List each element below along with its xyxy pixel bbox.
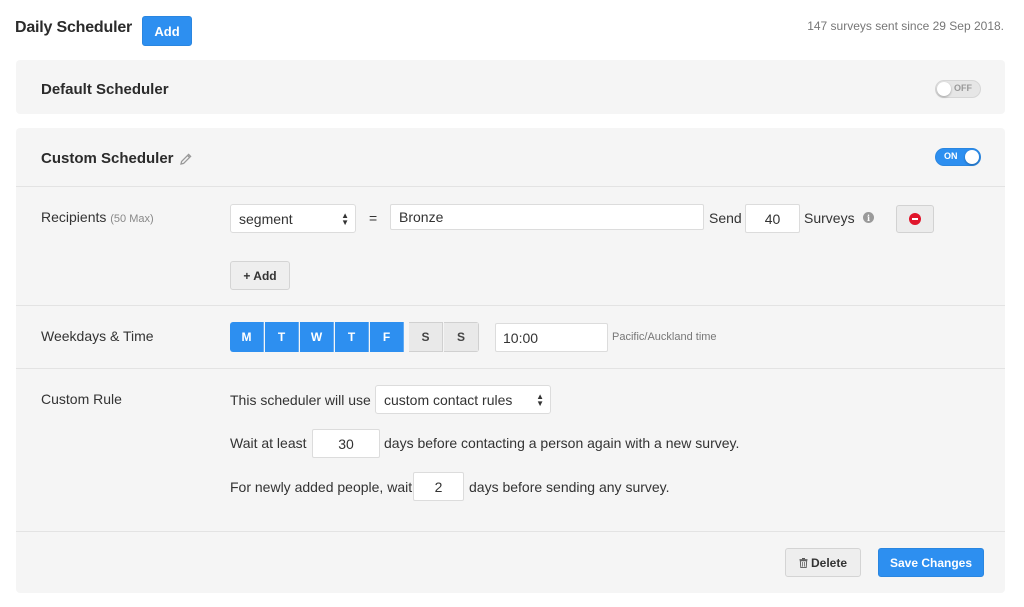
divider <box>16 186 1005 187</box>
divider <box>16 368 1005 369</box>
day-sunday[interactable]: S <box>444 322 479 352</box>
page-title: Daily Scheduler <box>15 19 133 36</box>
day-friday[interactable]: F <box>370 322 404 352</box>
day-wednesday[interactable]: W <box>300 322 334 352</box>
wait-suffix-text: days before contacting a person again wi… <box>384 435 740 451</box>
survey-count-input[interactable]: 40 <box>745 204 800 233</box>
custom-scheduler-card: Custom Scheduler ON Recipients (50 Max) … <box>16 128 1005 593</box>
default-scheduler-title: Default Scheduler <box>41 81 169 98</box>
minus-circle-icon <box>909 213 921 225</box>
divider <box>16 305 1005 306</box>
custom-scheduler-toggle[interactable]: ON <box>935 148 981 166</box>
edit-pencil-icon[interactable] <box>179 152 193 169</box>
day-saturday[interactable]: S <box>409 322 443 352</box>
custom-rule-label: Custom Rule <box>41 391 122 407</box>
surveys-sent-stats: 147 surveys sent since 29 Sep 2018. <box>807 19 1004 33</box>
toggle-knob <box>937 82 951 96</box>
rule-type-value: custom contact rules <box>384 391 513 408</box>
timezone-label: Pacific/Auckland time <box>612 331 717 343</box>
default-scheduler-toggle[interactable]: OFF <box>935 80 981 98</box>
surveys-label: Surveys <box>804 210 855 226</box>
info-icon[interactable]: i <box>863 212 874 223</box>
divider <box>16 531 1005 532</box>
recipient-field-value: segment <box>239 210 293 227</box>
wait-prefix-text: Wait at least <box>230 435 307 451</box>
new-people-days-input[interactable]: 2 <box>413 472 464 501</box>
default-scheduler-card: Default Scheduler OFF <box>16 60 1005 114</box>
weekdays-time-label: Weekdays & Time <box>41 328 154 344</box>
wait-days-input[interactable]: 30 <box>312 429 380 458</box>
new-people-prefix-text: For newly added people, wait <box>230 479 413 495</box>
add-scheduler-button[interactable]: Add <box>142 16 192 46</box>
delete-scheduler-button[interactable]: Delete <box>785 548 861 577</box>
use-prefix-text: This scheduler will use <box>230 392 371 408</box>
recipient-field-select[interactable]: segment ▲ ▼ <box>230 204 356 233</box>
toggle-label: ON <box>944 151 958 161</box>
recipients-label: Recipients (50 Max) <box>41 209 154 225</box>
send-label: Send <box>709 210 742 226</box>
recipients-max-note: (50 Max) <box>110 213 154 225</box>
select-arrows-icon: ▲ ▼ <box>341 210 349 227</box>
day-monday[interactable]: M <box>230 322 264 352</box>
select-arrows-icon: ▲ ▼ <box>536 391 544 408</box>
custom-scheduler-title: Custom Scheduler <box>41 150 174 167</box>
add-recipient-button[interactable]: + Add <box>230 261 290 290</box>
remove-recipient-button[interactable] <box>896 205 934 233</box>
day-thursday[interactable]: T <box>335 322 369 352</box>
toggle-knob <box>965 150 979 164</box>
weekday-selector: M T W T F S S <box>230 322 479 352</box>
time-input[interactable]: 10:00 <box>495 323 608 352</box>
trash-icon <box>799 557 808 568</box>
operator-equals: = <box>369 210 378 226</box>
rule-type-select[interactable]: custom contact rules ▲ ▼ <box>375 385 551 414</box>
recipient-value-input[interactable]: Bronze <box>390 204 704 230</box>
save-changes-button[interactable]: Save Changes <box>878 548 984 577</box>
recipients-label-text: Recipients <box>41 209 107 225</box>
delete-label: Delete <box>810 555 848 570</box>
day-tuesday[interactable]: T <box>265 322 299 352</box>
new-people-suffix-text: days before sending any survey. <box>469 479 670 495</box>
toggle-label: OFF <box>954 83 972 93</box>
